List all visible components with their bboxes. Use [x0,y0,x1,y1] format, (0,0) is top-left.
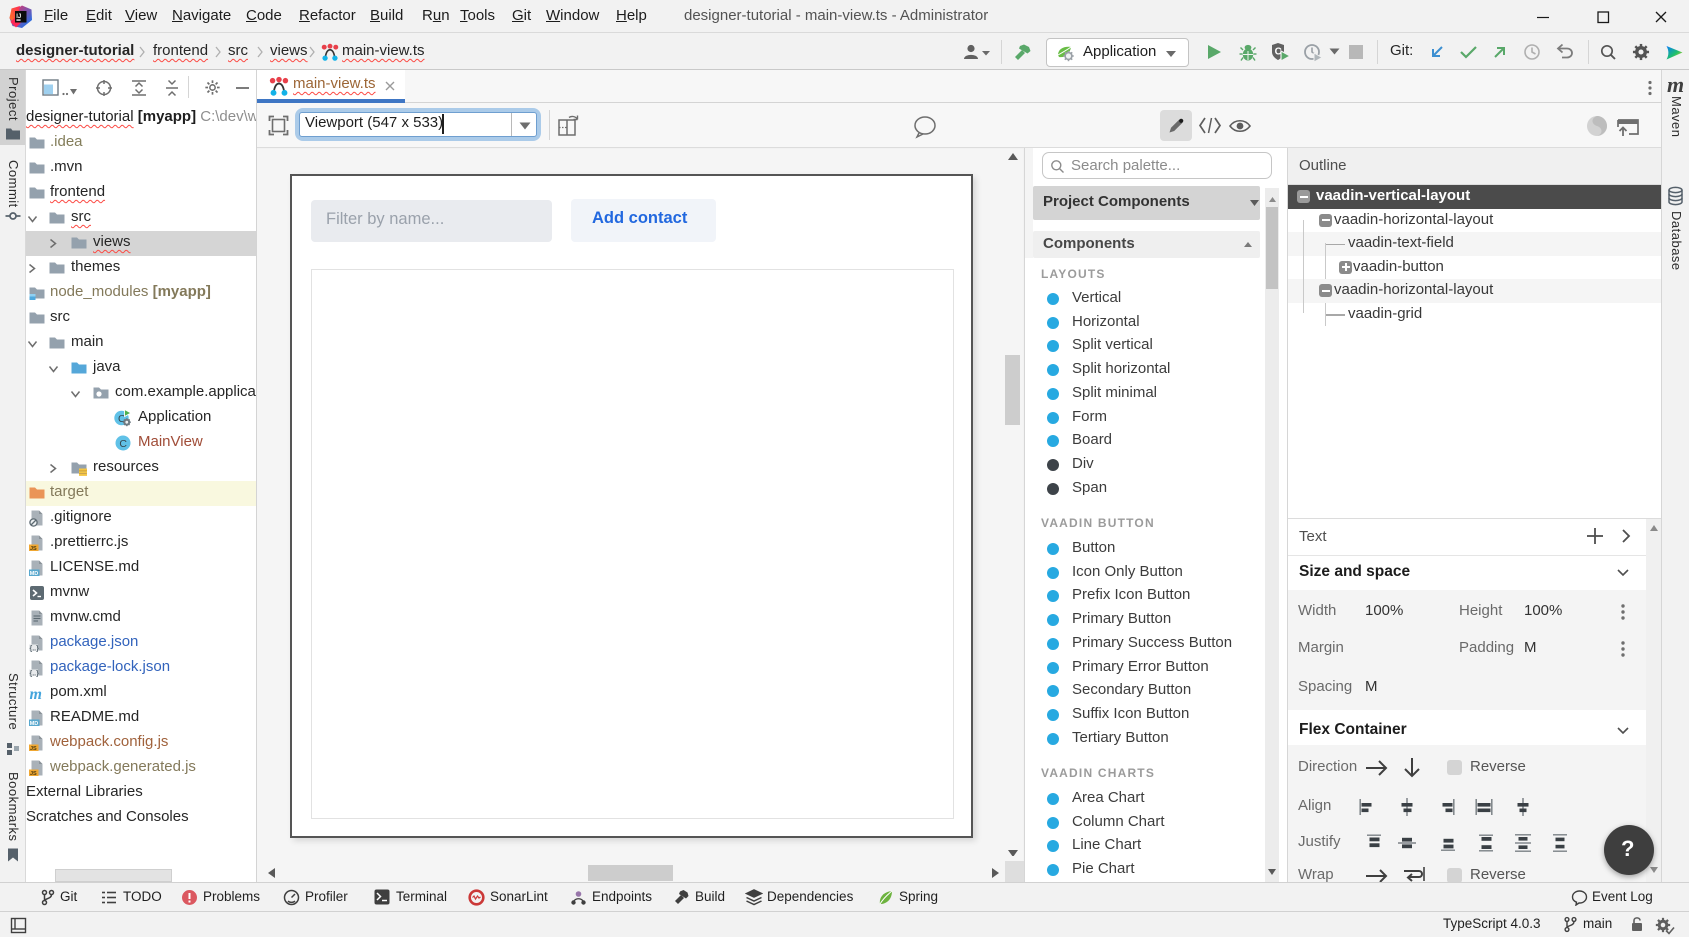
svg-text:{..}: {..} [30,646,40,653]
svg-text:MD: MD [30,571,39,577]
svg-text:JS: JS [30,746,37,752]
svg-text:JS: JS [30,546,37,552]
svg-text:m: m [30,686,42,702]
svg-text:{..}: {..} [30,671,40,678]
svg-text:C: C [119,438,127,450]
svg-text:JS: JS [30,771,37,777]
svg-text:MD: MD [30,721,39,727]
